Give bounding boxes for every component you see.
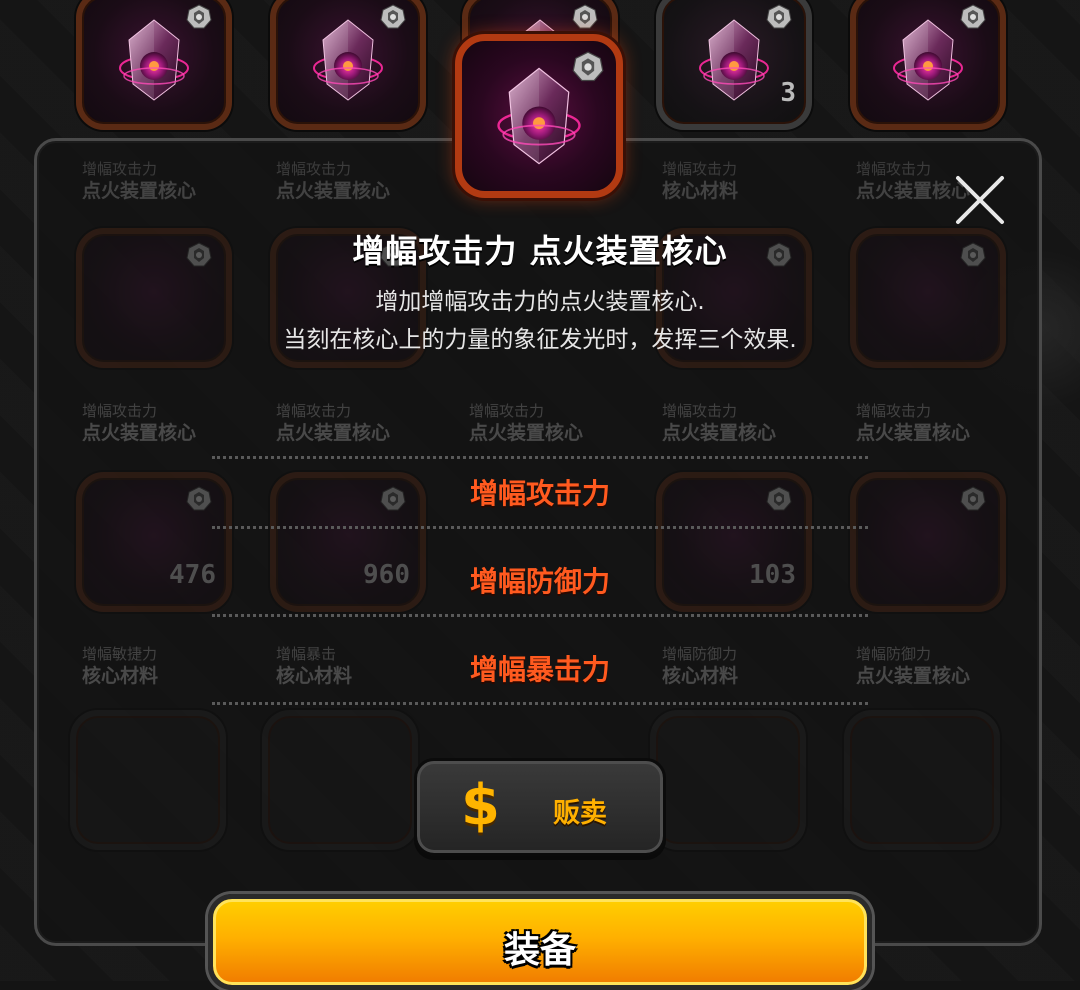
rank-badge-icon xyxy=(572,4,598,30)
featured-item-icon xyxy=(455,34,623,198)
inventory-slot[interactable]: 3 xyxy=(656,0,812,130)
slot-label: 增幅攻击力 点火装置核心 xyxy=(469,402,584,444)
sell-button-label: 贩卖 xyxy=(553,798,607,829)
dollar-icon: $ xyxy=(461,773,500,838)
divider xyxy=(212,702,868,705)
divider xyxy=(212,526,868,529)
ignition-core-gem-icon xyxy=(313,18,383,102)
rank-badge-icon xyxy=(186,4,212,30)
close-icon[interactable] xyxy=(952,172,1008,228)
equip-button[interactable]: 装备 xyxy=(208,894,872,990)
effect-item: 增幅防御力 xyxy=(469,565,610,598)
inventory-slot[interactable] xyxy=(76,0,232,130)
empty-slot[interactable] xyxy=(262,710,418,850)
slot-label: 增幅攻击力 点火装置核心 xyxy=(856,402,971,444)
rank-badge-icon xyxy=(766,4,792,30)
item-description-line2: 当刻在核心上的力量的象征发光时，发挥三个效果. xyxy=(283,327,797,353)
ignition-core-gem-icon xyxy=(119,18,189,102)
item-description-line1: 增加增幅攻击力的点火装置核心. xyxy=(375,289,705,315)
item-count: 3 xyxy=(780,78,796,108)
inventory-slot[interactable] xyxy=(850,0,1006,130)
rank-badge-icon xyxy=(572,51,604,83)
slot-label: 增幅攻击力 点火装置核心 xyxy=(276,402,391,444)
effect-item: 增幅暴击力 xyxy=(469,653,610,686)
slot-label: 增幅攻击力 点火装置核心 xyxy=(276,160,391,202)
slot-label: 增幅攻击力 点火装置核心 xyxy=(82,160,197,202)
empty-slot[interactable] xyxy=(650,710,806,850)
slot-label: 增幅攻击力 点火装置核心 xyxy=(662,402,777,444)
item-title: 增幅攻击力 点火装置核心 xyxy=(352,232,728,270)
divider xyxy=(212,456,868,459)
slot-label: 增幅攻击力 核心材料 xyxy=(662,160,739,202)
core-material-gem-icon xyxy=(699,18,769,102)
ignition-core-gem-icon xyxy=(893,18,963,102)
effect-item: 增幅攻击力 xyxy=(469,477,610,510)
ignition-core-gem-icon xyxy=(497,66,581,166)
empty-slot[interactable] xyxy=(70,710,226,850)
empty-slot[interactable] xyxy=(844,710,1000,850)
sell-button[interactable]: $ 贩卖 xyxy=(414,758,666,856)
divider xyxy=(212,614,868,617)
equip-button-label: 装备 xyxy=(503,930,576,971)
inventory-slot[interactable] xyxy=(270,0,426,130)
slot-label: 增幅攻击力 点火装置核心 xyxy=(82,402,197,444)
rank-badge-icon xyxy=(960,4,986,30)
rank-badge-icon xyxy=(380,4,406,30)
